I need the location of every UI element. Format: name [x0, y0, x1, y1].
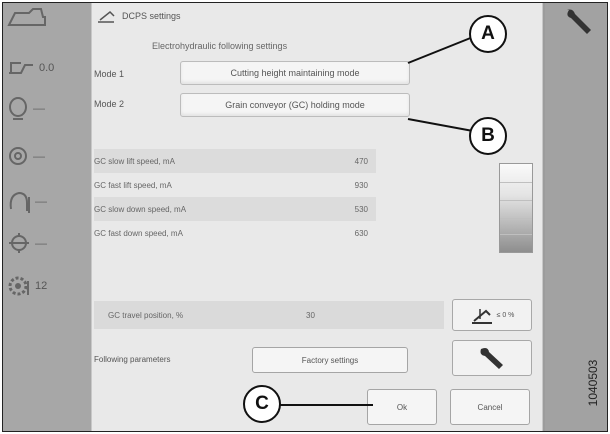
param-name: GC slow down speed, mA: [94, 204, 187, 214]
callout-a: A: [469, 15, 507, 53]
status-rail: 0.0 — — — — 12: [3, 3, 91, 431]
rail-value-bottom: 12: [35, 280, 48, 292]
figure-number-text: 1040503: [586, 359, 600, 407]
mode-1-selector[interactable]: Cutting height maintaining mode: [180, 61, 410, 85]
mode-2-selector[interactable]: Grain conveyor (GC) holding mode: [180, 93, 410, 117]
figure-number: 1040503: [578, 343, 607, 423]
service-button[interactable]: [553, 3, 603, 39]
following-parameters-label: Following parameters: [94, 355, 171, 364]
sensor-icon: [9, 97, 27, 120]
cancel-button[interactable]: Cancel: [450, 389, 530, 425]
rail-item-harvester: [7, 7, 47, 31]
rail-item-header: 0.0: [7, 59, 54, 77]
factory-settings-button[interactable]: Factory settings: [252, 347, 408, 373]
wrench-icon: [480, 348, 503, 369]
gauge-tick: [500, 200, 532, 201]
param-row[interactable]: GC slow down speed, mA 530: [94, 197, 376, 221]
dialog-header: DCPS settings: [96, 5, 181, 27]
mode-1-label: Mode 1: [94, 69, 125, 79]
mode-2-label: Mode 2: [94, 99, 125, 109]
travel-value: 30: [306, 310, 315, 320]
rail-item-6: 12: [7, 273, 47, 299]
rotor-speed-icon: [9, 191, 30, 213]
rail-dash-3: —: [35, 194, 47, 208]
callout-b: B: [469, 117, 507, 155]
ok-button[interactable]: Ok: [367, 389, 437, 425]
rail-item-3: —: [7, 143, 45, 169]
screen-frame: 0.0 — — — — 12 DCPS settings Electrohydr…: [2, 2, 608, 432]
gauge-tick: [500, 182, 532, 183]
param-name: GC fast down speed, mA: [94, 228, 183, 238]
gear-speed-icon: [8, 276, 29, 296]
callout-c: C: [243, 385, 281, 423]
param-value: 630: [354, 228, 368, 238]
rail-dash-2: —: [33, 149, 45, 163]
param-name: GC slow lift speed, mA: [94, 156, 175, 166]
travel-mode-label: ≤ 0 %: [496, 311, 515, 319]
wrench-icon: [567, 9, 591, 34]
rail-value-top: 0.0: [39, 62, 55, 74]
gauge-tick: [500, 234, 532, 235]
rail-item-2: —: [7, 95, 45, 121]
rail-dash-4: —: [35, 236, 47, 250]
parameters-wrench-button[interactable]: [452, 340, 532, 376]
rail-item-4: —: [7, 187, 47, 215]
travel-label: GC travel position, %: [108, 310, 184, 320]
gc-position-gauge: [499, 163, 533, 253]
travel-mode-button[interactable]: ≤ 0 %: [452, 299, 532, 331]
dialog-title: DCPS settings: [122, 11, 181, 21]
params-table: GC slow lift speed, mA 470 GC fast lift …: [94, 149, 376, 245]
param-row[interactable]: GC fast down speed, mA 630: [94, 221, 376, 245]
dialog-subtitle: Electrohydraulic following settings: [152, 41, 288, 51]
fan-icon: [9, 233, 29, 253]
param-value: 530: [354, 204, 368, 214]
gc-travel-row[interactable]: GC travel position, % 30: [94, 301, 444, 329]
rail-item-5: —: [7, 231, 47, 255]
gauge-tick: [500, 218, 532, 219]
param-name: GC fast lift speed, mA: [94, 180, 172, 190]
header-lift-icon: [471, 309, 492, 324]
param-row[interactable]: GC slow lift speed, mA 470: [94, 149, 376, 173]
harvester-icon: [7, 8, 46, 26]
thresher-icon: [9, 147, 27, 165]
header-height-icon: [9, 62, 33, 74]
param-value: 470: [354, 156, 368, 166]
dcps-settings-dialog: DCPS settings Electrohydraulic following…: [91, 3, 543, 431]
header-tilt-icon: [98, 10, 115, 23]
param-value: 930: [354, 180, 368, 190]
rail-dash-1: —: [33, 101, 45, 115]
param-row[interactable]: GC fast lift speed, mA 930: [94, 173, 376, 197]
